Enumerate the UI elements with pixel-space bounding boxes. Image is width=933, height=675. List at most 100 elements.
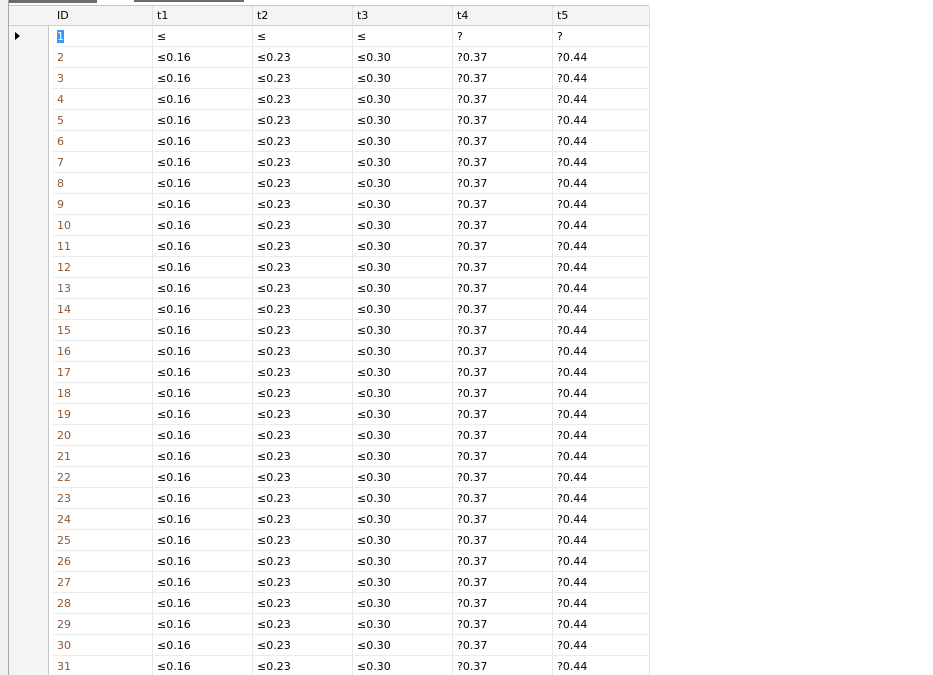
table-cell-t4[interactable]: ?0.37 bbox=[453, 68, 553, 89]
table-cell-t2[interactable]: ≤0.23 bbox=[253, 341, 353, 362]
table-cell-t5[interactable]: ?0.44 bbox=[553, 593, 650, 614]
row-selector[interactable] bbox=[9, 551, 49, 572]
table-row[interactable]: 27 ≤0.16 ≤0.23 ≤0.30 ?0.37 ?0.44 bbox=[9, 572, 650, 593]
table-cell-id[interactable]: 6 bbox=[53, 131, 153, 152]
table-cell-t1[interactable]: ≤0.16 bbox=[153, 593, 253, 614]
table-row[interactable]: 25 ≤0.16 ≤0.23 ≤0.30 ?0.37 ?0.44 bbox=[9, 530, 650, 551]
table-cell-t4[interactable]: ?0.37 bbox=[453, 47, 553, 68]
table-cell-t3[interactable]: ≤0.30 bbox=[353, 509, 453, 530]
table-cell-t1[interactable]: ≤0.16 bbox=[153, 530, 253, 551]
table-row[interactable]: 22 ≤0.16 ≤0.23 ≤0.30 ?0.37 ?0.44 bbox=[9, 467, 650, 488]
table-cell-t2[interactable]: ≤0.23 bbox=[253, 89, 353, 110]
table-cell-t1[interactable]: ≤0.16 bbox=[153, 341, 253, 362]
row-selector[interactable] bbox=[9, 194, 49, 215]
table-cell-t5[interactable]: ?0.44 bbox=[553, 362, 650, 383]
table-cell-t3[interactable]: ≤0.30 bbox=[353, 152, 453, 173]
table-cell-t3[interactable]: ≤0.30 bbox=[353, 446, 453, 467]
row-selector[interactable] bbox=[9, 572, 49, 593]
table-cell-t4[interactable]: ?0.37 bbox=[453, 89, 553, 110]
table-cell-t1[interactable]: ≤0.16 bbox=[153, 47, 253, 68]
table-cell-t2[interactable]: ≤0.23 bbox=[253, 299, 353, 320]
table-cell-t2[interactable]: ≤0.23 bbox=[253, 572, 353, 593]
row-selector[interactable] bbox=[9, 635, 49, 656]
table-row[interactable]: 28 ≤0.16 ≤0.23 ≤0.30 ?0.37 ?0.44 bbox=[9, 593, 650, 614]
table-cell-t4[interactable]: ?0.37 bbox=[453, 257, 553, 278]
table-cell-t3[interactable]: ≤0.30 bbox=[353, 131, 453, 152]
table-cell-t1[interactable]: ≤0.16 bbox=[153, 215, 253, 236]
table-cell-t2[interactable]: ≤0.23 bbox=[253, 194, 353, 215]
table-cell-t4[interactable]: ?0.37 bbox=[453, 656, 553, 675]
table-cell-id[interactable]: 2 bbox=[53, 47, 153, 68]
table-cell-id[interactable]: 14 bbox=[53, 299, 153, 320]
table-cell-t2[interactable]: ≤0.23 bbox=[253, 173, 353, 194]
row-selector[interactable] bbox=[9, 509, 49, 530]
table-cell-t1[interactable]: ≤0.16 bbox=[153, 89, 253, 110]
table-cell-id[interactable]: 30 bbox=[53, 635, 153, 656]
table-cell-t5[interactable]: ?0.44 bbox=[553, 89, 650, 110]
row-selector[interactable] bbox=[9, 362, 49, 383]
table-cell-id[interactable]: 1 bbox=[53, 26, 153, 47]
table-cell-id[interactable]: 5 bbox=[53, 110, 153, 131]
table-cell-t5[interactable]: ?0.44 bbox=[553, 173, 650, 194]
table-cell-id[interactable]: 25 bbox=[53, 530, 153, 551]
table-cell-id[interactable]: 4 bbox=[53, 89, 153, 110]
table-cell-t3[interactable]: ≤0.30 bbox=[353, 593, 453, 614]
table-cell-t3[interactable]: ≤0.30 bbox=[353, 425, 453, 446]
row-selector[interactable] bbox=[9, 68, 49, 89]
table-cell-t5[interactable]: ?0.44 bbox=[553, 656, 650, 675]
table-cell-id[interactable]: 15 bbox=[53, 320, 153, 341]
row-selector[interactable] bbox=[9, 299, 49, 320]
table-cell-t3[interactable]: ≤0.30 bbox=[353, 89, 453, 110]
table-cell-t2[interactable]: ≤0.23 bbox=[253, 467, 353, 488]
table-row[interactable]: 4 ≤0.16 ≤0.23 ≤0.30 ?0.37 ?0.44 bbox=[9, 89, 650, 110]
table-cell-t5[interactable]: ?0.44 bbox=[553, 467, 650, 488]
table-cell-t5[interactable]: ?0.44 bbox=[553, 278, 650, 299]
table-cell-t4[interactable]: ?0.37 bbox=[453, 299, 553, 320]
row-selector[interactable] bbox=[9, 215, 49, 236]
table-cell-t1[interactable]: ≤0.16 bbox=[153, 110, 253, 131]
table-cell-t2[interactable]: ≤0.23 bbox=[253, 278, 353, 299]
table-cell-t2[interactable]: ≤0.23 bbox=[253, 362, 353, 383]
table-cell-t4[interactable]: ?0.37 bbox=[453, 572, 553, 593]
table-cell-t4[interactable]: ?0.37 bbox=[453, 362, 553, 383]
table-cell-t2[interactable]: ≤0.23 bbox=[253, 215, 353, 236]
table-cell-t3[interactable]: ≤0.30 bbox=[353, 47, 453, 68]
table-cell-t1[interactable]: ≤0.16 bbox=[153, 236, 253, 257]
table-cell-id[interactable]: 23 bbox=[53, 488, 153, 509]
column-header-t5[interactable]: t5 bbox=[553, 6, 650, 26]
row-selector[interactable] bbox=[9, 656, 49, 675]
table-cell-t5[interactable]: ?0.44 bbox=[553, 425, 650, 446]
table-cell-t5[interactable]: ?0.44 bbox=[553, 215, 650, 236]
table-cell-t1[interactable]: ≤0.16 bbox=[153, 194, 253, 215]
table-cell-t4[interactable]: ?0.37 bbox=[453, 425, 553, 446]
row-selector[interactable] bbox=[9, 173, 49, 194]
table-cell-t3[interactable]: ≤0.30 bbox=[353, 551, 453, 572]
table-row[interactable]: 17 ≤0.16 ≤0.23 ≤0.30 ?0.37 ?0.44 bbox=[9, 362, 650, 383]
table-cell-t1[interactable]: ≤0.16 bbox=[153, 467, 253, 488]
table-cell-t2[interactable]: ≤0.23 bbox=[253, 656, 353, 675]
table-cell-t3[interactable]: ≤0.30 bbox=[353, 362, 453, 383]
table-cell-t4[interactable]: ?0.37 bbox=[453, 446, 553, 467]
table-cell-t5[interactable]: ?0.44 bbox=[553, 509, 650, 530]
table-cell-id[interactable]: 27 bbox=[53, 572, 153, 593]
table-cell-t5[interactable]: ?0.44 bbox=[553, 194, 650, 215]
data-grid[interactable]: ID t1 t2 t3 t4 t5 1 ≤ ≤ ≤?? 2 ≤0.16 ≤0.23 ≤0.30 ?0.37… bbox=[9, 6, 650, 675]
table-cell-t3[interactable]: ≤0.30 bbox=[353, 257, 453, 278]
table-cell-t3[interactable]: ≤0.30 bbox=[353, 236, 453, 257]
table-cell-t4[interactable]: ?0.37 bbox=[453, 194, 553, 215]
table-cell-id[interactable]: 19 bbox=[53, 404, 153, 425]
table-cell-t2[interactable]: ≤0.23 bbox=[253, 614, 353, 635]
row-selector[interactable] bbox=[9, 530, 49, 551]
table-cell-t2[interactable]: ≤0.23 bbox=[253, 593, 353, 614]
table-cell-t2[interactable]: ≤0.23 bbox=[253, 530, 353, 551]
table-cell-t3[interactable]: ≤0.30 bbox=[353, 530, 453, 551]
table-cell-t5[interactable]: ?0.44 bbox=[553, 152, 650, 173]
table-row[interactable]: 15 ≤0.16 ≤0.23 ≤0.30 ?0.37 ?0.44 bbox=[9, 320, 650, 341]
table-row[interactable]: 19 ≤0.16 ≤0.23 ≤0.30 ?0.37 ?0.44 bbox=[9, 404, 650, 425]
table-cell-id[interactable]: 16 bbox=[53, 341, 153, 362]
table-cell-t4[interactable]: ?0.37 bbox=[453, 236, 553, 257]
table-cell-t1[interactable]: ≤0.16 bbox=[153, 551, 253, 572]
table-cell-t4[interactable]: ?0.37 bbox=[453, 173, 553, 194]
table-cell-t3[interactable]: ≤0.30 bbox=[353, 194, 453, 215]
table-cell-t3[interactable]: ≤0.30 bbox=[353, 614, 453, 635]
